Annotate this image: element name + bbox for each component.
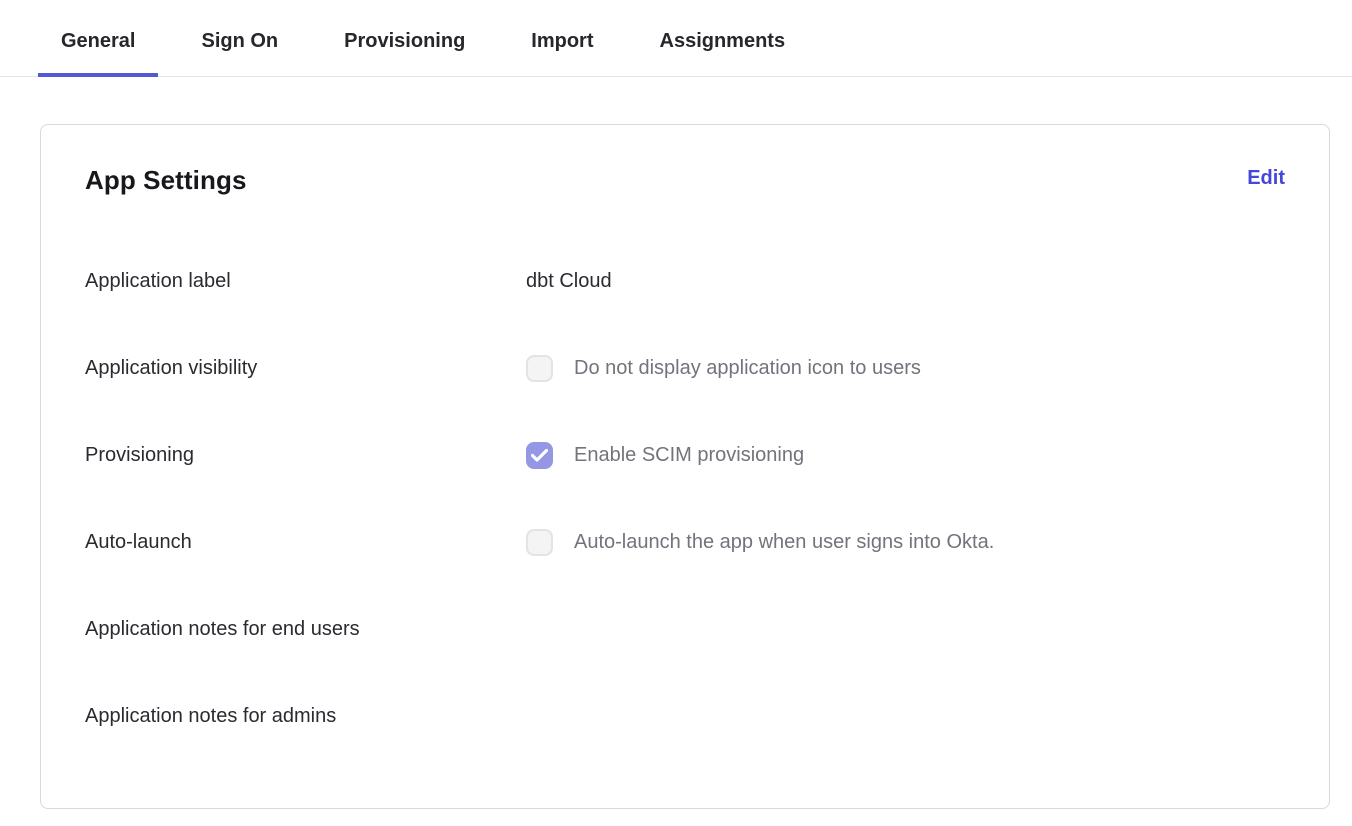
visibility-caption: Do not display application icon to users <box>574 354 921 382</box>
row-provisioning: Provisioning Enable SCIM provisioning <box>85 441 1285 469</box>
scim-provisioning-checkbox[interactable] <box>526 442 553 469</box>
field-label: Application notes for end users <box>85 615 526 643</box>
settings-rows: Application label dbt Cloud Application … <box>85 267 1285 730</box>
row-notes-admins: Application notes for admins <box>85 702 1285 730</box>
tab-assignments[interactable]: Assignments <box>637 0 809 76</box>
page-title: App Settings <box>85 165 247 195</box>
row-auto-launch: Auto-launch Auto-launch the app when use… <box>85 528 1285 556</box>
edit-button[interactable]: Edit <box>1247 165 1285 191</box>
field-label: Provisioning <box>85 441 526 469</box>
check-icon <box>531 449 548 462</box>
provisioning-check-group: Enable SCIM provisioning <box>526 441 804 469</box>
tab-general[interactable]: General <box>38 0 158 76</box>
field-label: Auto-launch <box>85 528 526 556</box>
visibility-checkbox[interactable] <box>526 355 553 382</box>
visibility-check-group: Do not display application icon to users <box>526 354 921 382</box>
provisioning-caption: Enable SCIM provisioning <box>574 441 804 469</box>
row-application-visibility: Application visibility Do not display ap… <box>85 354 1285 382</box>
app-tab-bar: General Sign On Provisioning Import Assi… <box>0 0 1352 77</box>
auto-launch-caption: Auto-launch the app when user signs into… <box>574 528 994 556</box>
app-settings-card: App Settings Edit Application label dbt … <box>40 124 1330 809</box>
tab-provisioning[interactable]: Provisioning <box>321 0 488 76</box>
field-label: Application notes for admins <box>85 702 526 730</box>
row-application-label: Application label dbt Cloud <box>85 267 1285 295</box>
field-label: Application label <box>85 267 526 295</box>
tab-sign-on[interactable]: Sign On <box>178 0 301 76</box>
tab-import[interactable]: Import <box>508 0 616 76</box>
field-label: Application visibility <box>85 354 526 382</box>
card-header: App Settings Edit <box>85 165 1285 195</box>
row-notes-end-users: Application notes for end users <box>85 615 1285 643</box>
auto-launch-checkbox[interactable] <box>526 529 553 556</box>
auto-launch-check-group: Auto-launch the app when user signs into… <box>526 528 994 556</box>
application-label-value: dbt Cloud <box>526 267 612 295</box>
